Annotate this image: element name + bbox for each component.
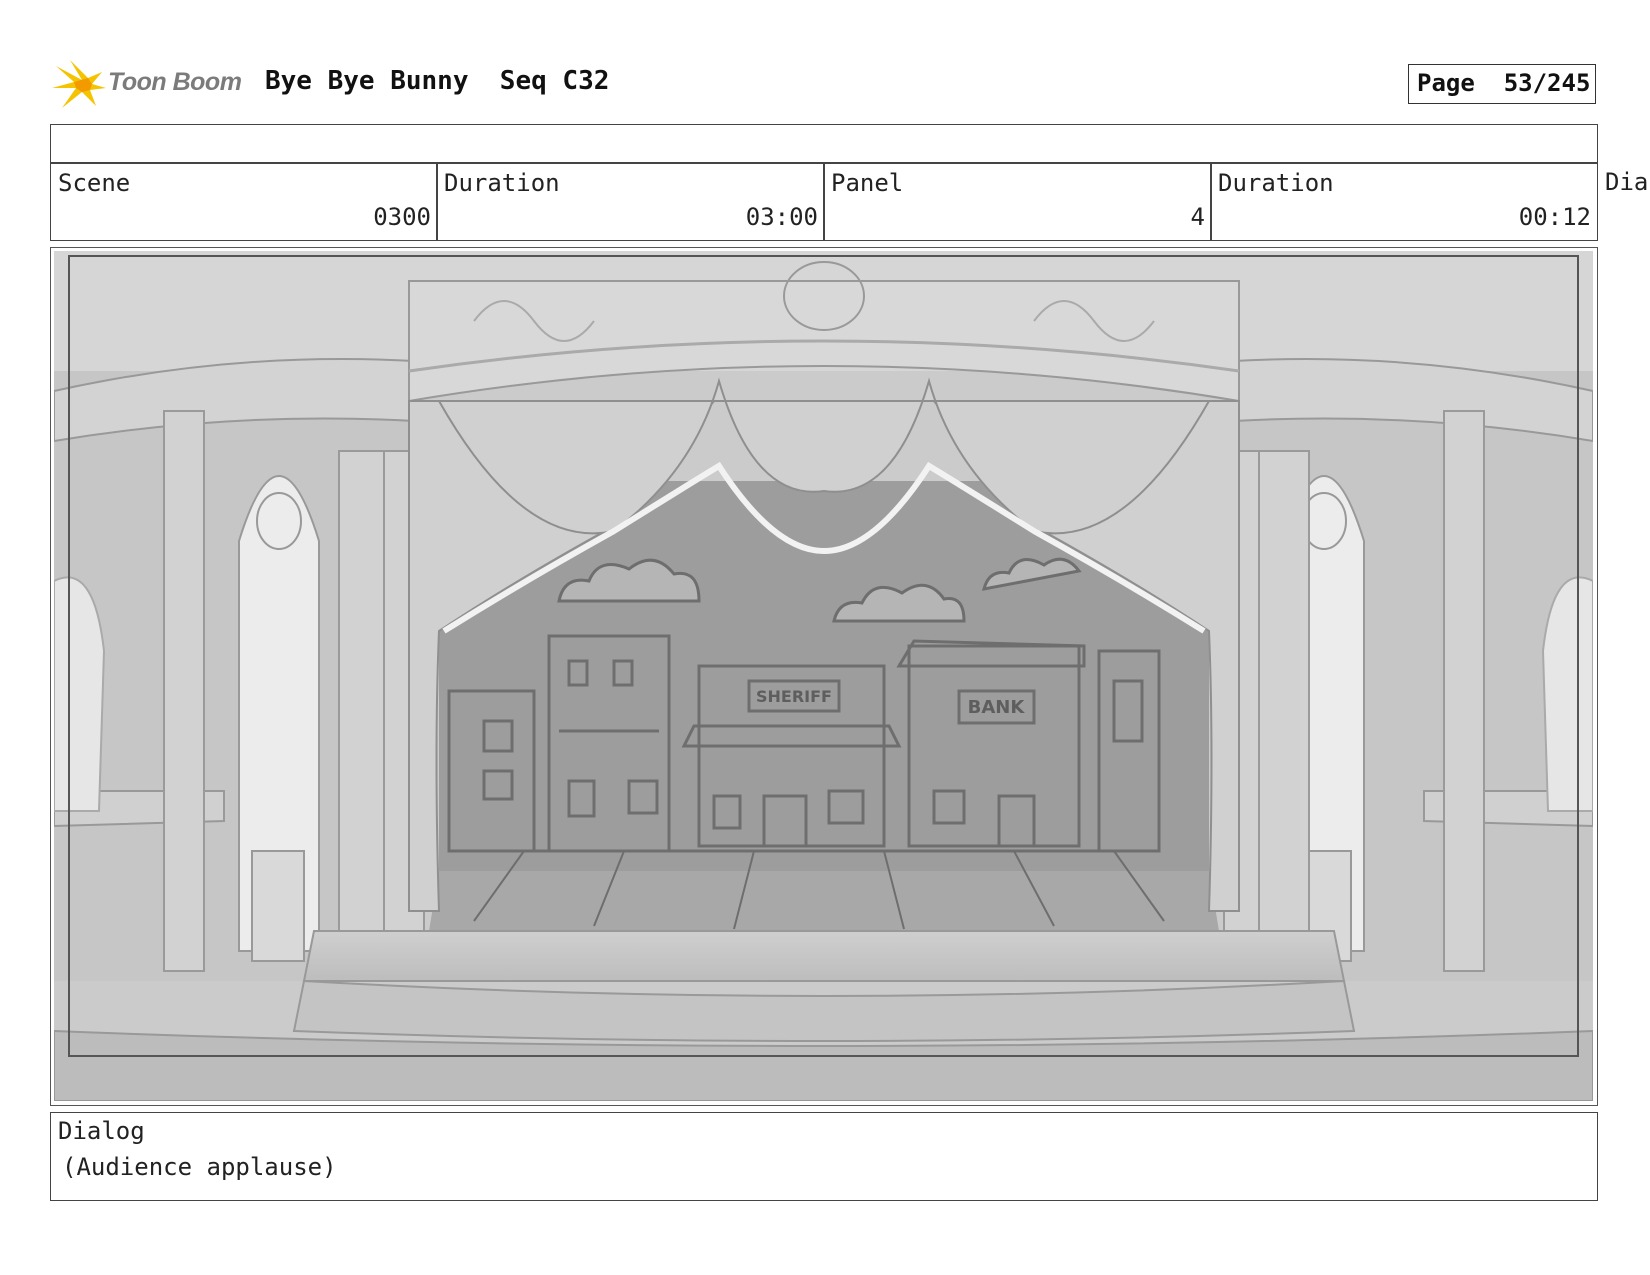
storyboard-panel: SHERIFF BANK [50, 247, 1598, 1106]
panel-label: Panel [831, 169, 904, 197]
dialog-text: (Audience applause) [62, 1153, 337, 1181]
header-strip [50, 124, 1598, 164]
scene-label: Scene [58, 169, 131, 197]
panel-duration-label: Duration [1218, 169, 1334, 197]
page-number: Page 53/245 [1408, 64, 1596, 104]
scene-duration-cell: Duration 03:00 [436, 162, 825, 241]
dialog-column-label-cut: Dia [1605, 168, 1649, 196]
document-title: Bye Bye Bunny Seq C32 [265, 66, 610, 96]
scene-value: 0300 [373, 203, 431, 231]
panel-cell: Panel 4 [823, 162, 1212, 241]
scene-duration-label: Duration [444, 169, 560, 197]
toon-boom-logo: Toon Boom [52, 58, 252, 112]
panel-value: 4 [1190, 203, 1205, 231]
sheriff-sign-text: SHERIFF [756, 687, 832, 706]
dialog-label: Dialog [58, 1117, 145, 1145]
panel-duration-value: 00:12 [1518, 203, 1591, 231]
theater-stage-sketch: SHERIFF BANK [54, 251, 1593, 1101]
logo-text: Toon Boom [108, 68, 242, 96]
scene-duration-value: 03:00 [745, 203, 818, 231]
bank-sign-text: BANK [968, 697, 1026, 718]
starburst-icon [52, 60, 106, 108]
scene-cell: Scene 0300 [50, 162, 438, 241]
panel-duration-cell: Duration 00:12 [1210, 162, 1598, 241]
scene-info-row: Scene 0300 Duration 03:00 Panel 4 Durati… [50, 162, 1598, 241]
dialog-box: Dialog (Audience applause) [50, 1112, 1598, 1201]
